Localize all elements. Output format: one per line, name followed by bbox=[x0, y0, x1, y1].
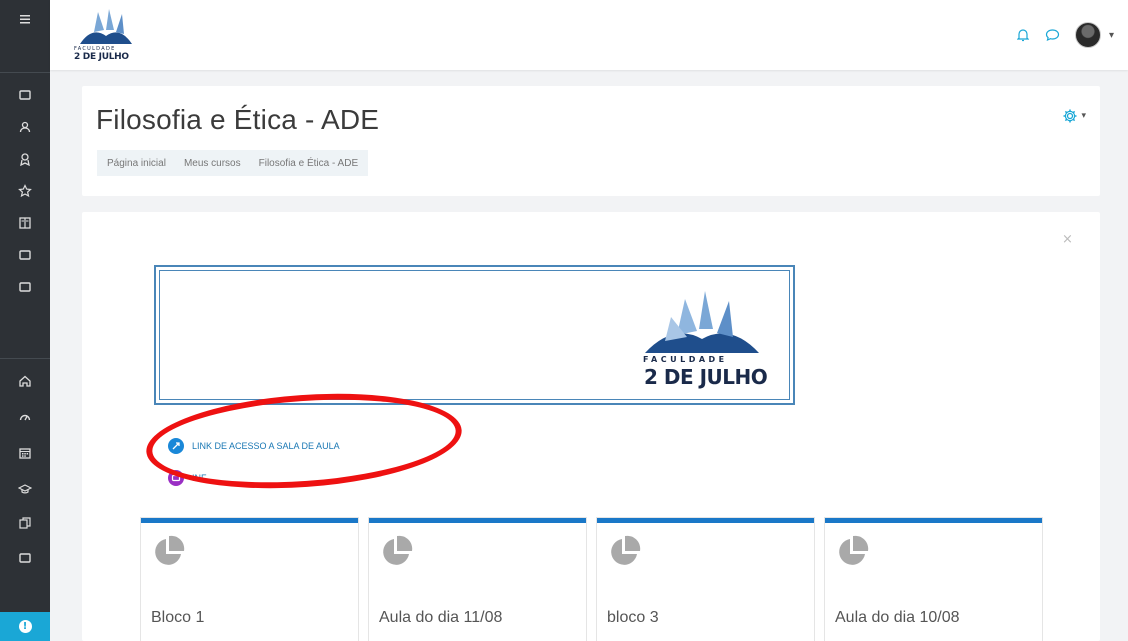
pie-chart-icon bbox=[155, 535, 185, 565]
banner-logo: FACULDADE 2 DE JULHO bbox=[643, 289, 773, 399]
section-tile[interactable]: Aula do dia 11/08 bbox=[369, 518, 586, 641]
dashboard-icon[interactable] bbox=[0, 402, 50, 432]
bell-icon[interactable] bbox=[1015, 27, 1031, 43]
user-menu-caret[interactable]: ▾ bbox=[1109, 30, 1114, 41]
top-navbar: FACULDADE 2 DE JULHO ▾ bbox=[50, 0, 1128, 70]
course-content: × FACULDADE 2 DE JULHO LINK DE ACESSO A … bbox=[82, 212, 1100, 641]
gear-icon bbox=[1063, 109, 1077, 123]
banner-logo-text-small: FACULDADE bbox=[643, 355, 728, 364]
graduation-cap-icon[interactable] bbox=[0, 474, 50, 504]
pie-chart-icon bbox=[839, 535, 869, 565]
badge-icon[interactable] bbox=[0, 144, 50, 174]
close-icon[interactable]: × bbox=[1062, 232, 1073, 247]
sidebar: ! bbox=[0, 0, 50, 641]
folder-icon[interactable] bbox=[0, 80, 50, 110]
folder-icon[interactable] bbox=[0, 543, 50, 573]
page-header: Filosofia e Ética - ADE Página inicial M… bbox=[82, 86, 1100, 196]
folder-icon[interactable] bbox=[0, 272, 50, 302]
site-logo[interactable]: FACULDADE 2 DE JULHO bbox=[74, 6, 144, 64]
section-tile[interactable]: Aula do dia 10/08 bbox=[825, 518, 1042, 641]
users-icon[interactable] bbox=[0, 112, 50, 142]
section-title: Bloco 1 bbox=[151, 609, 205, 626]
user-avatar[interactable] bbox=[1074, 22, 1101, 48]
section-tile[interactable]: Bloco 1 bbox=[141, 518, 358, 641]
course-settings-button[interactable]: ▾ bbox=[1062, 108, 1086, 124]
logo-text-big: 2 DE JULHO bbox=[74, 52, 129, 62]
settings-caret: ▾ bbox=[1081, 111, 1086, 121]
section-title: Aula do dia 10/08 bbox=[835, 609, 960, 626]
home-icon[interactable] bbox=[0, 366, 50, 396]
breadcrumb-course[interactable]: Filosofia e Ética - ADE bbox=[259, 158, 358, 169]
files-icon[interactable] bbox=[0, 508, 50, 538]
section-title: Aula do dia 11/08 bbox=[379, 609, 503, 626]
calendar-icon[interactable] bbox=[0, 438, 50, 468]
breadcrumb-my-courses[interactable]: Meus cursos bbox=[184, 158, 241, 169]
page-title: Filosofia e Ética - ADE bbox=[96, 104, 380, 135]
chat-icon[interactable] bbox=[1045, 27, 1061, 43]
star-icon[interactable] bbox=[0, 176, 50, 206]
course-banner: FACULDADE 2 DE JULHO bbox=[154, 265, 795, 405]
breadcrumb: Página inicial Meus cursos Filosofia e É… bbox=[97, 150, 369, 176]
help-button[interactable]: ! bbox=[0, 612, 50, 641]
info-icon: ! bbox=[18, 620, 32, 633]
section-title: bloco 3 bbox=[607, 609, 659, 626]
menu-icon[interactable] bbox=[0, 4, 50, 34]
section-tile[interactable]: bloco 3 bbox=[597, 518, 814, 641]
pie-chart-icon bbox=[611, 535, 641, 565]
folder-icon[interactable] bbox=[0, 240, 50, 270]
book-icon[interactable] bbox=[0, 208, 50, 238]
banner-logo-text-big: 2 DE JULHO bbox=[644, 365, 768, 389]
breadcrumb-home[interactable]: Página inicial bbox=[107, 158, 166, 169]
pie-chart-icon bbox=[383, 535, 413, 565]
